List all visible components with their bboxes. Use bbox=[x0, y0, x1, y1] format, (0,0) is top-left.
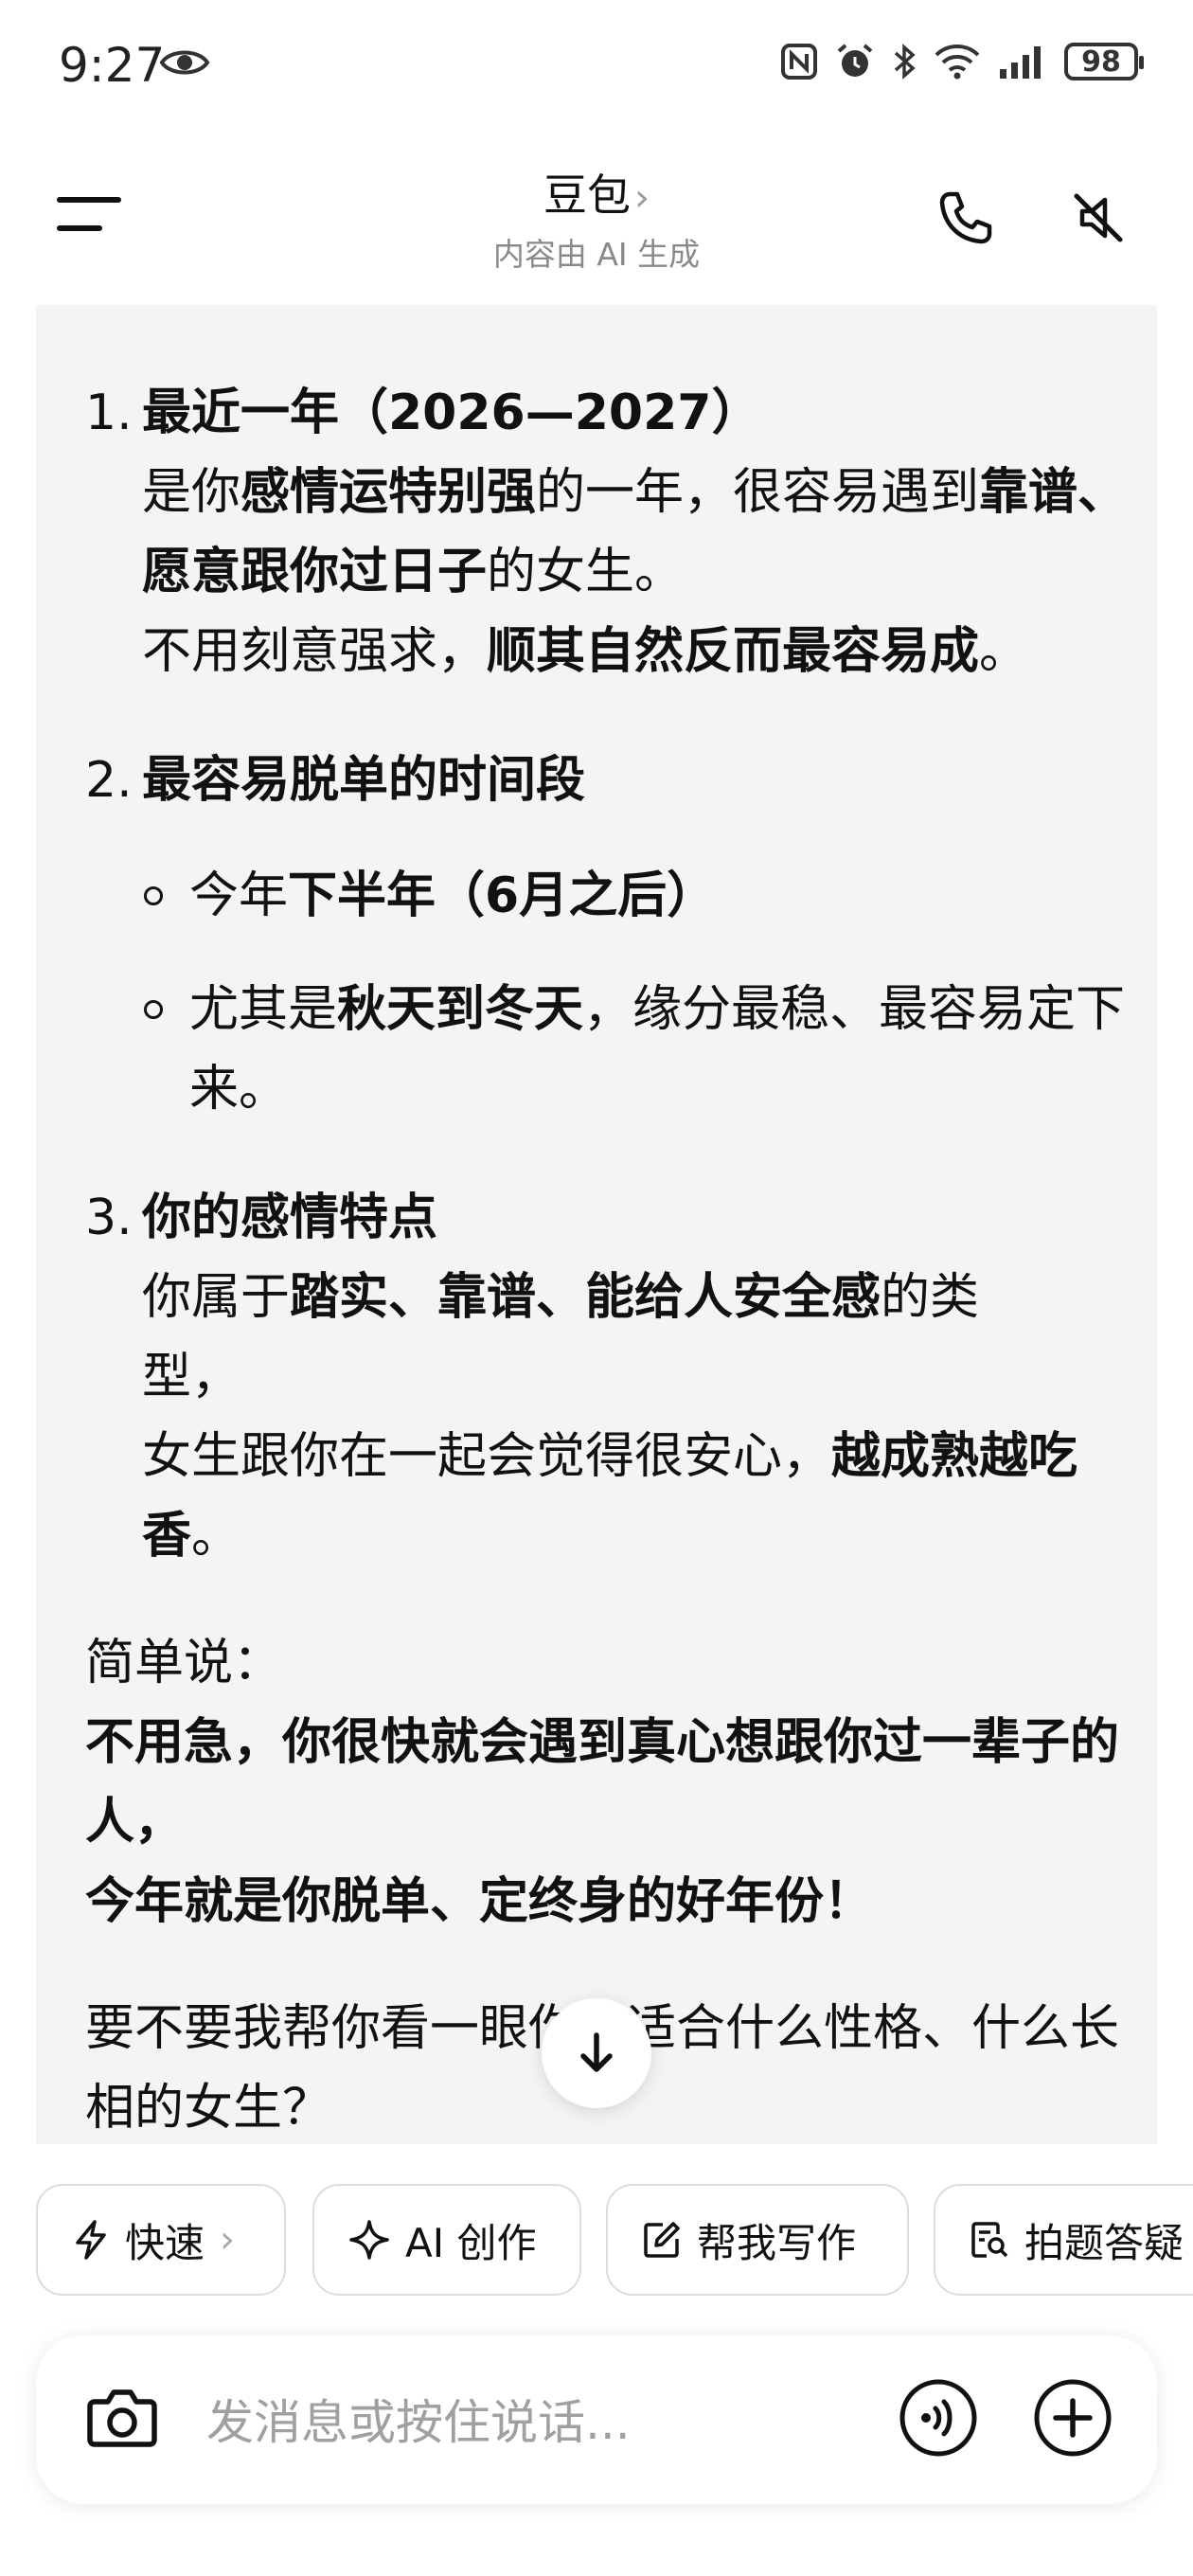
message-input-bar: 发消息或按住说话... bbox=[36, 2335, 1157, 2504]
arrow-down-icon bbox=[580, 2032, 613, 2072]
lightning-icon bbox=[76, 2220, 106, 2260]
item-paragraph: 你属于踏实、靠谱、能给人安全感的类型， bbox=[142, 1269, 980, 1405]
chat-message-area[interactable]: 1. 最近一年（2026—2027） 是你感情运特别强的一年，很容易遇到靠谱、愿… bbox=[36, 305, 1157, 2144]
message-input[interactable]: 发消息或按住说话... bbox=[206, 2385, 631, 2453]
item-paragraph: 女生跟你在一起会觉得很安心，越成熟越吃香。 bbox=[142, 1428, 1078, 1565]
chip-label: 快速 bbox=[125, 2219, 205, 2266]
shortcut-chips: 快速 › AI 创作 帮我写作 拍题答疑 bbox=[36, 2184, 1193, 2299]
camera-icon[interactable] bbox=[83, 2379, 161, 2457]
chip-label: 拍题答疑 bbox=[1024, 2219, 1184, 2266]
ai-generated-note: 内容由 AI 生成 bbox=[492, 236, 701, 273]
phone-icon[interactable] bbox=[928, 180, 1004, 256]
nfc-icon bbox=[781, 44, 817, 80]
list-item: 2. 最容易脱单的时间段 bbox=[85, 741, 1153, 820]
speaker-muted-icon[interactable] bbox=[1060, 180, 1136, 256]
item-paragraph: 是你感情运特别强的一年，很容易遇到靠谱、愿意跟你过日子的女生。 bbox=[142, 464, 1128, 600]
chat-header: 豆包 › 内容由 AI 生成 bbox=[0, 142, 1193, 303]
signal-icon bbox=[1000, 46, 1041, 79]
wifi-icon bbox=[935, 45, 980, 80]
edit-icon bbox=[644, 2222, 680, 2258]
chip-label: 帮我写作 bbox=[697, 2219, 857, 2266]
bullet-item: 尤其是秋天到冬天，缘分最稳、最容易定下来。 bbox=[85, 970, 1153, 1129]
item-heading: 最近一年（2026—2027） bbox=[142, 385, 761, 441]
chevron-right-icon: › bbox=[220, 2218, 236, 2262]
item-paragraph: 不用刻意强求，顺其自然反而最容易成。 bbox=[142, 623, 1029, 680]
chat-title[interactable]: 豆包 bbox=[543, 170, 631, 221]
summary-line: 不用急，你很快就会遇到真心想跟你过一辈子的人， bbox=[85, 1714, 1120, 1851]
summary-line: 今年就是你脱单、定终身的好年份！ bbox=[85, 1873, 874, 1930]
item-heading: 你的感情特点 bbox=[142, 1190, 438, 1246]
chat-title-area[interactable]: 豆包 › 内容由 AI 生成 bbox=[0, 161, 1193, 275]
chip-write[interactable]: 帮我写作 bbox=[606, 2184, 909, 2296]
alarm-icon bbox=[837, 44, 873, 77]
status-bar: 9:27 98 bbox=[0, 0, 1193, 142]
chevron-right-icon: › bbox=[634, 176, 650, 220]
chip-ai-create[interactable]: AI 创作 bbox=[312, 2184, 581, 2296]
list-item: 3. 你的感情特点 你属于踏实、靠谱、能给人安全感的类型， 女生跟你在一起会觉得… bbox=[85, 1178, 1153, 1576]
battery-level: 98 bbox=[1081, 45, 1121, 79]
scan-doc-icon bbox=[971, 2222, 1008, 2258]
chip-photo-qa[interactable]: 拍题答疑 bbox=[934, 2184, 1193, 2296]
voice-icon[interactable] bbox=[898, 2377, 979, 2459]
bluetooth-icon bbox=[894, 44, 916, 80]
plus-icon[interactable] bbox=[1032, 2377, 1113, 2459]
scroll-to-bottom-button[interactable] bbox=[542, 1998, 651, 2108]
eye-icon bbox=[159, 50, 210, 75]
assistant-message: 1. 最近一年（2026—2027） 是你感情运特别强的一年，很容易遇到靠谱、愿… bbox=[85, 373, 1153, 2144]
sparkle-icon bbox=[349, 2220, 389, 2260]
bullet-item: 今年下半年（6月之后） bbox=[85, 856, 1153, 936]
list-number: 3. bbox=[85, 1190, 133, 1246]
list-number: 2. bbox=[85, 752, 133, 809]
status-icons: 98 bbox=[780, 42, 1144, 81]
status-time: 9:27 bbox=[59, 38, 166, 93]
list-number: 1. bbox=[85, 385, 133, 441]
list-item: 1. 最近一年（2026—2027） 是你感情运特别强的一年，很容易遇到靠谱、愿… bbox=[85, 373, 1153, 691]
battery-icon: 98 bbox=[1064, 43, 1144, 80]
chip-label: AI 创作 bbox=[405, 2219, 537, 2266]
summary-label: 简单说： bbox=[85, 1635, 283, 1691]
item-heading: 最容易脱单的时间段 bbox=[142, 752, 586, 809]
chip-fast[interactable]: 快速 › bbox=[36, 2184, 286, 2296]
